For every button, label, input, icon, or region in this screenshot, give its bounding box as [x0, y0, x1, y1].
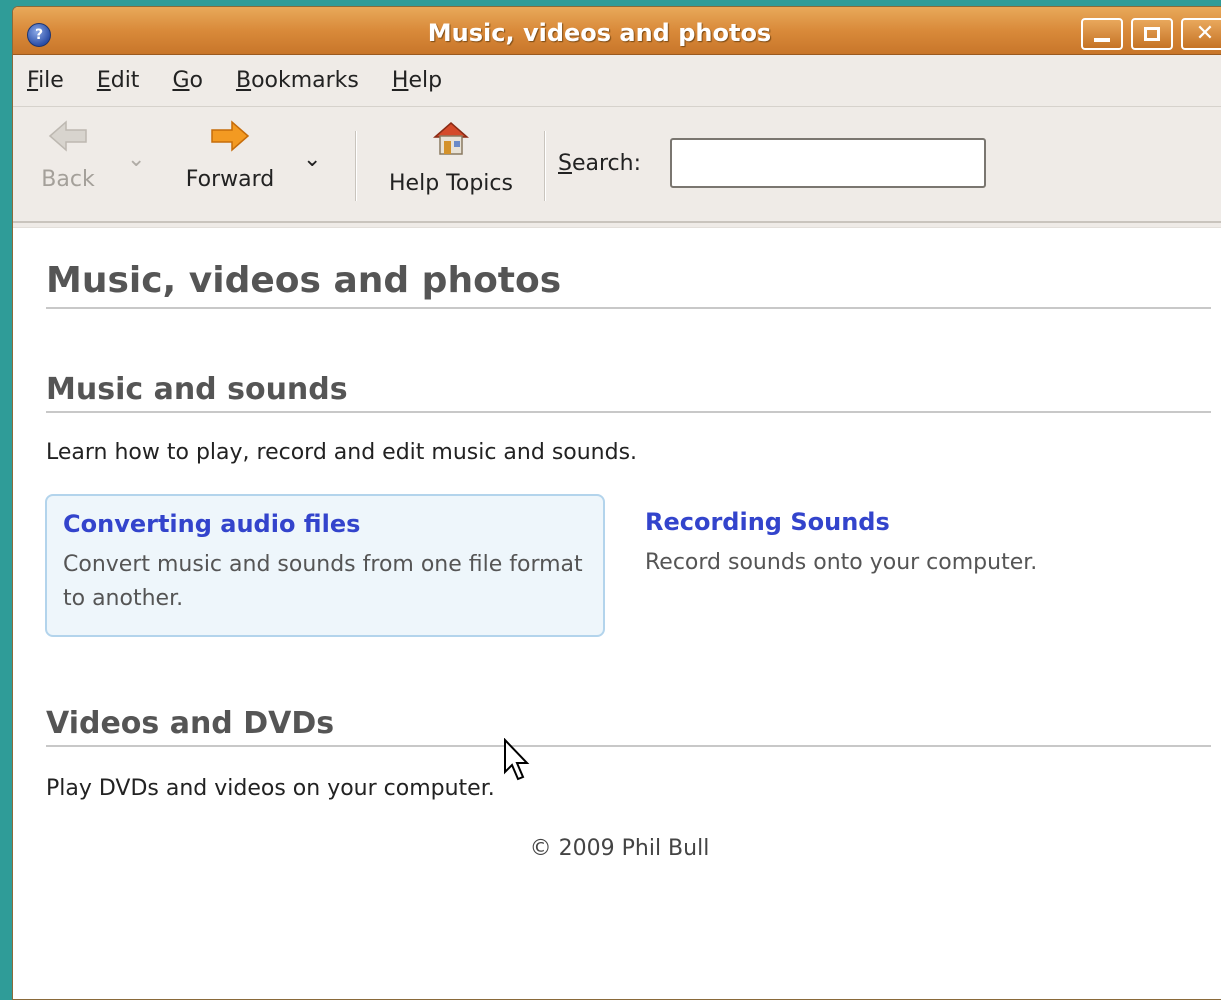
- menu-bar: File Edit Go Bookmarks Help: [13, 55, 1221, 107]
- minimize-button[interactable]: [1081, 18, 1123, 50]
- window-title: Music, videos and photos: [427, 19, 772, 47]
- mouse-cursor-icon: [504, 738, 530, 781]
- section-description: Play DVDs and videos on your computer.: [46, 776, 495, 801]
- menu-help[interactable]: Help: [392, 68, 442, 93]
- page-title: Music, videos and photos: [46, 260, 1211, 309]
- link-description: Convert music and sounds from one file f…: [63, 552, 583, 611]
- toolbar: Back ⌄ Forward ⌄ Help Topics Search:: [13, 107, 1221, 223]
- chevron-down-icon: ⌄: [127, 147, 146, 172]
- menu-bookmarks[interactable]: Bookmarks: [236, 68, 359, 93]
- forward-history-dropdown[interactable]: ⌄: [303, 147, 321, 172]
- home-icon: [433, 122, 469, 155]
- link-card-converting-audio[interactable]: Converting audio files Convert music and…: [45, 494, 605, 637]
- chevron-down-icon: ⌄: [303, 147, 322, 172]
- help-content: Music, videos and photos Music and sound…: [13, 227, 1221, 999]
- forward-arrow-icon: [211, 120, 250, 152]
- section-title-videos: Videos and DVDs: [46, 706, 1211, 747]
- maximize-button[interactable]: [1131, 18, 1173, 50]
- menu-go[interactable]: Go: [172, 68, 203, 93]
- maximize-icon: [1144, 27, 1160, 41]
- copyright: © 2009 Phil Bull: [529, 836, 710, 861]
- section-description: Learn how to play, record and edit music…: [46, 440, 638, 465]
- search-label: Search:: [558, 151, 641, 176]
- close-button[interactable]: ✕: [1181, 18, 1221, 50]
- forward-button[interactable]: Forward: [175, 119, 285, 209]
- search-input[interactable]: [670, 138, 986, 188]
- link-description: Record sounds onto your computer.: [645, 550, 1038, 575]
- title-bar[interactable]: ? Music, videos and photos ✕: [13, 7, 1221, 55]
- toolbar-separator: [355, 131, 357, 201]
- link-title[interactable]: Converting audio files: [63, 510, 587, 538]
- section-title-music: Music and sounds: [46, 372, 1211, 413]
- menu-file[interactable]: File: [27, 68, 64, 93]
- link-title[interactable]: Recording Sounds: [645, 508, 1173, 536]
- back-button[interactable]: Back: [35, 119, 101, 209]
- back-history-dropdown[interactable]: ⌄: [127, 147, 145, 172]
- toolbar-separator: [544, 131, 546, 201]
- menu-edit[interactable]: Edit: [97, 68, 140, 93]
- back-arrow-icon: [48, 120, 87, 152]
- minimize-icon: [1094, 38, 1110, 42]
- close-icon: ✕: [1195, 21, 1215, 46]
- link-card-recording-sounds[interactable]: Recording Sounds Record sounds onto your…: [629, 494, 1189, 594]
- help-topics-button[interactable]: Help Topics: [377, 119, 525, 209]
- help-window: ? Music, videos and photos ✕ File Edit G…: [12, 6, 1221, 1000]
